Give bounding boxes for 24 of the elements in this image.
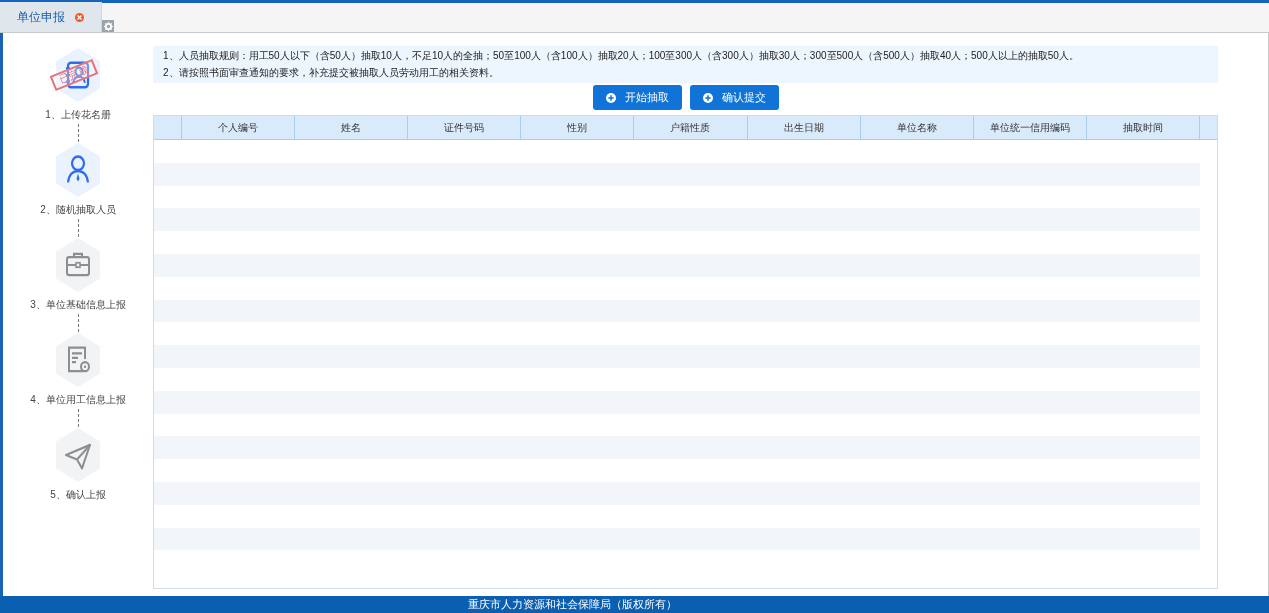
column-header[interactable]: 单位名称 <box>860 116 974 139</box>
step-label[interactable]: 4、单位用工信息上报 <box>30 392 126 407</box>
step-label[interactable]: 1、上传花名册 <box>45 107 111 122</box>
column-header[interactable]: 个人编号 <box>182 116 296 139</box>
footer-text: 重庆市人力资源和社会保障局（版权所有） <box>468 597 677 613</box>
plus-icon <box>605 92 616 103</box>
close-icon[interactable] <box>75 12 84 22</box>
step-label[interactable]: 5、确认上报 <box>50 487 106 502</box>
column-header[interactable]: 性别 <box>521 116 635 139</box>
tab[interactable]: 单位申报 <box>0 2 102 32</box>
column-header[interactable]: 抽取时间 <box>1086 116 1200 139</box>
plus-icon <box>702 92 713 103</box>
action-button[interactable]: 确认提交 <box>689 85 779 110</box>
notice-text: 1、人员抽取规则：用工50人以下（含50人）抽取10人，不足10人的全抽；50至100人（含100人）抽取20人；100至300人（含300人）抽取30人；300至500人（含500人）抽取40人；500人以上的抽取50人。 <box>163 49 1080 63</box>
column-header[interactable]: 证件号码 <box>408 116 522 139</box>
step-label[interactable]: 3、单位基础信息上报 <box>30 297 126 312</box>
step-label[interactable]: 2、随机抽取人员 <box>40 202 116 217</box>
column-header[interactable]: 姓名 <box>295 116 409 139</box>
column-header[interactable]: 户籍性质 <box>634 116 748 139</box>
column-header[interactable]: 单位统一信用编码 <box>973 116 1087 139</box>
column-header[interactable]: 出生日期 <box>747 116 861 139</box>
settings-icon[interactable] <box>102 20 114 32</box>
action-button[interactable]: 开始抽取 <box>592 85 682 110</box>
notice-text: 2、请按照书面审查通知的要求，补充提交被抽取人员劳动用工的相关资料。 <box>163 66 500 80</box>
